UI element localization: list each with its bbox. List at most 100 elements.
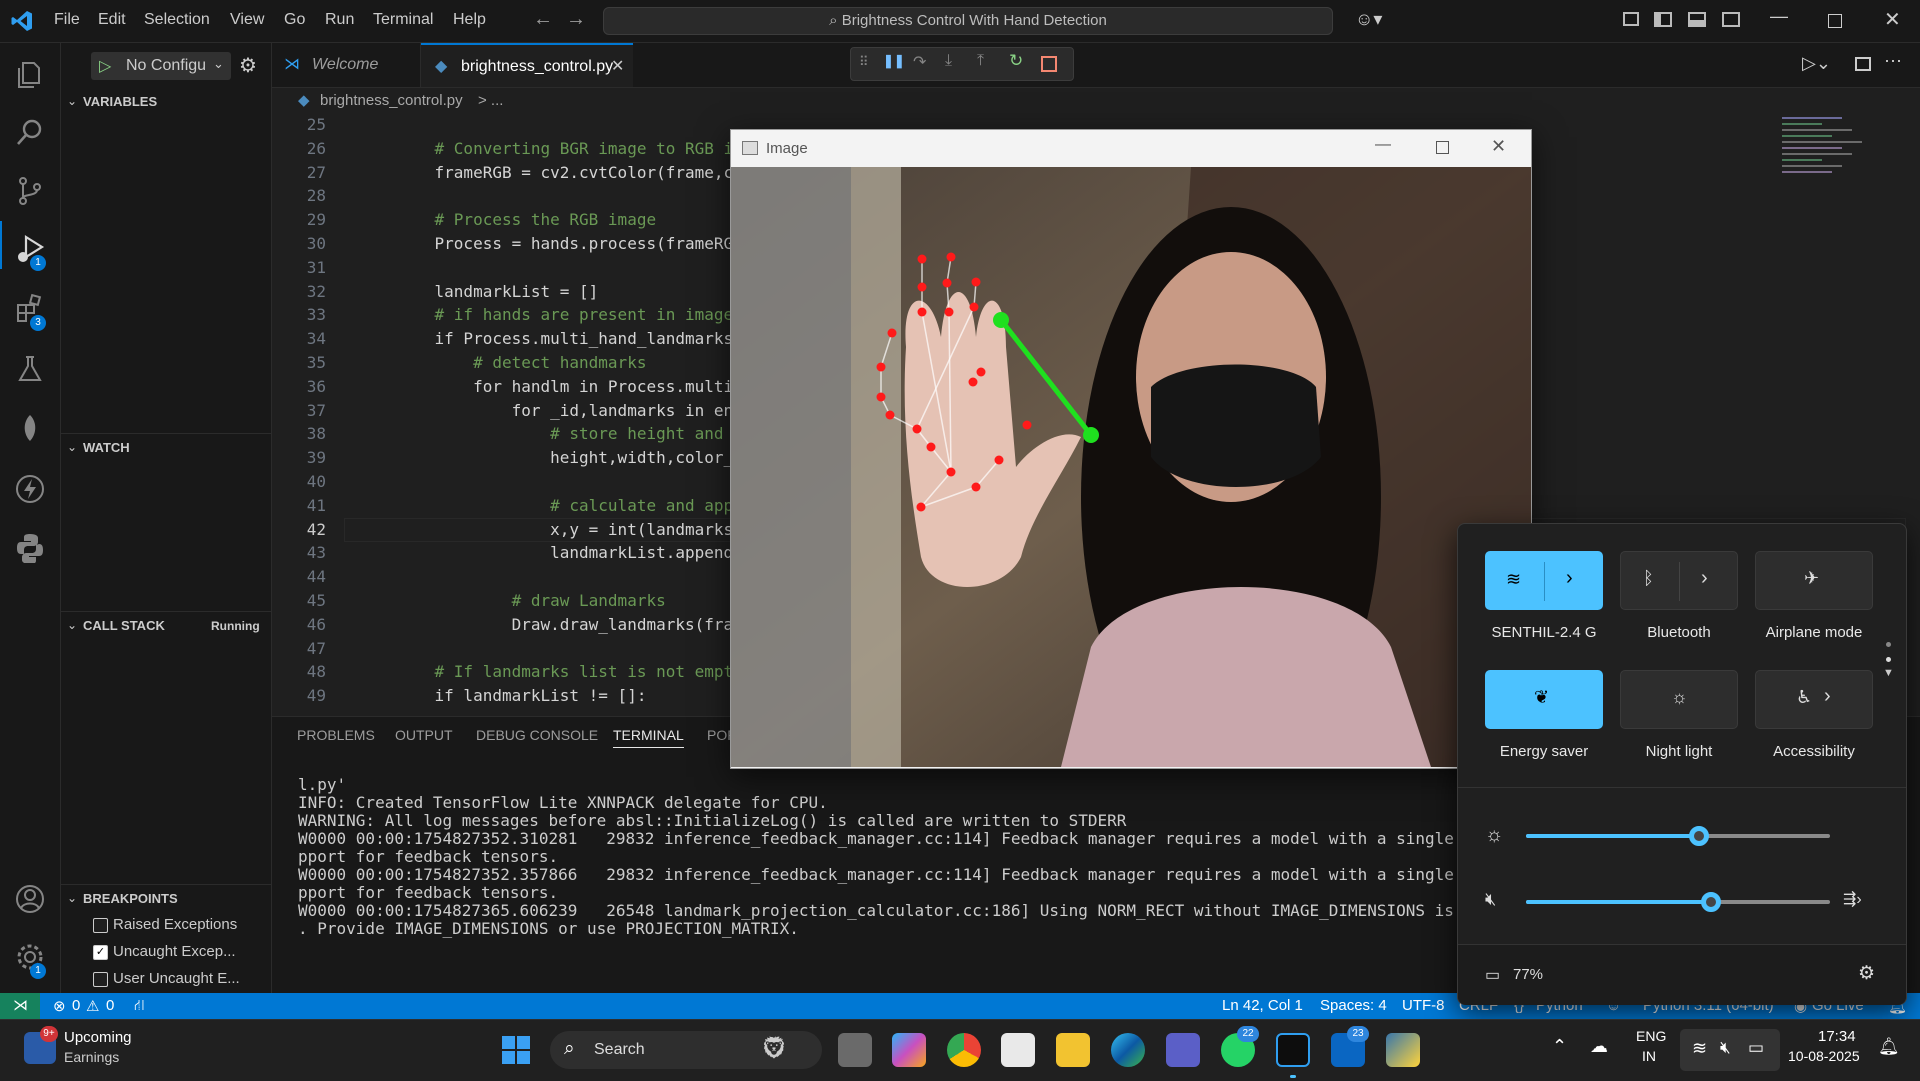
line-number[interactable]: 32 (272, 282, 326, 301)
volume-slider[interactable] (1526, 892, 1830, 912)
debug-launch-icon[interactable]: ⛙ (134, 997, 145, 1016)
tab-brightness-control[interactable]: ◆ brightness_control.py ✕ (421, 43, 633, 87)
tab-welcome[interactable]: ⋊ Welcome (272, 43, 421, 87)
line-number[interactable]: 46 (272, 615, 326, 634)
toggle-secondary-sidebar-icon[interactable] (1722, 12, 1740, 27)
restart-icon[interactable]: ↻ (1009, 51, 1023, 71)
widget-title[interactable]: Upcoming (64, 1029, 132, 1046)
line-number[interactable]: 29 (272, 210, 326, 229)
mongodb-leaf-icon[interactable] (14, 413, 46, 445)
menu-edit[interactable]: Edit (98, 11, 126, 29)
page-dot[interactable] (1886, 642, 1891, 647)
step-out-icon[interactable]: ⤒ (977, 52, 984, 70)
image-window[interactable]: Image — ✕ (730, 129, 1532, 769)
language-primary[interactable]: ENG (1636, 1028, 1666, 1044)
step-into-icon[interactable]: ⤓ (945, 52, 952, 70)
forward-arrow-icon[interactable]: → (566, 8, 586, 31)
chevron-down-icon[interactable]: ⌄ (67, 618, 77, 632)
drag-handle-icon[interactable]: ⠿ (859, 54, 869, 70)
code-line[interactable]: # if hands are present in image(fra (396, 305, 772, 324)
run-config-select[interactable]: ▷ No Configu ⌄ (91, 52, 231, 80)
line-number[interactable]: 33 (272, 305, 326, 324)
copilot-app-icon[interactable] (892, 1033, 926, 1067)
slider-thumb[interactable] (1701, 892, 1722, 912)
line-number[interactable]: 42 (272, 520, 326, 539)
chrome-icon[interactable] (947, 1033, 981, 1067)
chevron-right-icon[interactable]: › (1701, 567, 1708, 590)
night-light-toggle[interactable]: ☼ (1620, 670, 1738, 729)
onedrive-cloud-icon[interactable]: ☁ (1590, 1036, 1608, 1057)
accounts-icon[interactable] (14, 883, 46, 915)
pause-icon[interactable]: ❚❚ (883, 53, 905, 69)
watch-header[interactable]: WATCH (83, 440, 130, 455)
code-line[interactable]: # draw Landmarks (396, 591, 666, 610)
python-taskbar-icon[interactable] (1386, 1033, 1420, 1067)
testing-icon[interactable] (14, 353, 46, 385)
chevron-down-icon[interactable]: ▼ (1883, 667, 1894, 679)
line-number[interactable]: 34 (272, 329, 326, 348)
image-window-titlebar[interactable]: Image — ✕ (731, 130, 1531, 167)
battery-icon[interactable]: ▭ (1485, 965, 1500, 985)
start-windows-icon[interactable] (502, 1036, 530, 1064)
minimize-icon[interactable]: — (1375, 136, 1391, 154)
code-line[interactable]: # detect handmarks (396, 353, 646, 372)
menu-view[interactable]: View (230, 11, 264, 29)
minimap[interactable] (1782, 115, 1892, 275)
close-window-icon[interactable]: ✕ (1491, 136, 1506, 157)
code-line[interactable]: # Converting BGR image to RGB image (396, 139, 772, 158)
vscode-taskbar-icon[interactable] (1276, 1033, 1310, 1067)
code-line[interactable]: # store height and widt (396, 424, 772, 443)
line-number[interactable]: 31 (272, 258, 326, 277)
line-number[interactable]: 28 (272, 186, 326, 205)
toggle-sidebar-icon[interactable] (1654, 12, 1672, 27)
close-tab-icon[interactable]: ✕ (611, 45, 624, 89)
line-number[interactable]: 35 (272, 353, 326, 372)
remote-indicator[interactable]: ⋊ (0, 993, 40, 1019)
checkbox[interactable] (93, 972, 108, 987)
search-view-icon[interactable] (14, 117, 46, 149)
teams-icon[interactable] (1166, 1033, 1200, 1067)
line-number[interactable]: 44 (272, 567, 326, 586)
menu-run[interactable]: Run (325, 11, 354, 29)
line-number[interactable]: 49 (272, 686, 326, 705)
code-line[interactable]: if landmarkList != []: (396, 686, 647, 705)
settings-gear-icon[interactable]: ⚙ (1858, 962, 1875, 985)
code-line[interactable]: landmarkList = [] (396, 282, 599, 301)
checkbox-checked[interactable]: ✓ (93, 945, 108, 960)
indentation[interactable]: Spaces: 4 (1320, 997, 1387, 1014)
split-editor-icon[interactable] (1855, 57, 1871, 71)
menu-terminal[interactable]: Terminal (373, 11, 433, 29)
slider-thumb[interactable] (1689, 826, 1710, 846)
menu-go[interactable]: Go (284, 11, 305, 29)
line-number[interactable]: 45 (272, 591, 326, 610)
command-center[interactable]: ⌕ Brightness Control With Hand Detection (603, 7, 1333, 35)
brightness-slider[interactable] (1526, 826, 1830, 846)
code-line[interactable]: Process = hands.process(frameRGB) (396, 234, 753, 253)
airplane-mode-toggle[interactable]: ✈ (1755, 551, 1873, 610)
breadcrumb-rest[interactable]: > ... (478, 88, 503, 114)
menu-selection[interactable]: Selection (144, 11, 210, 29)
toggle-panel-icon[interactable] (1688, 12, 1706, 27)
debug-settings-gear-icon[interactable]: ⚙ (239, 53, 257, 78)
source-control-icon[interactable] (14, 175, 46, 207)
tab-output[interactable]: OUTPUT (395, 727, 453, 743)
code-line[interactable]: for handlm in Process.multi_han (396, 377, 772, 396)
code-line[interactable]: # Process the RGB image (396, 210, 657, 229)
code-line[interactable]: Draw.draw_landmarks(frame,h (396, 615, 772, 634)
edge-icon[interactable] (1111, 1033, 1145, 1067)
code-line[interactable]: if Process.multi_hand_landmarks: (396, 329, 743, 348)
stop-icon[interactable] (1041, 56, 1057, 72)
line-number[interactable]: 47 (272, 639, 326, 658)
close-window-icon[interactable]: ✕ (1884, 7, 1901, 32)
encoding[interactable]: UTF-8 (1402, 997, 1445, 1014)
chevron-down-icon[interactable]: ⌄ (67, 94, 77, 108)
warning-icon[interactable]: ⚠ (86, 997, 99, 1015)
error-icon[interactable]: ⊗ (53, 997, 66, 1015)
chevron-down-icon[interactable]: ⌄ (67, 440, 77, 454)
line-number[interactable]: 38 (272, 424, 326, 443)
chevron-right-icon[interactable]: › (1824, 685, 1831, 708)
copilot-icon[interactable]: ☺▾ (1355, 9, 1382, 30)
chevron-up-icon[interactable]: ⌃ (1552, 1036, 1567, 1057)
system-tray-group[interactable]: ≋ 🔇︎ ▭ (1680, 1029, 1780, 1071)
clock-time[interactable]: 17:34 (1818, 1028, 1856, 1045)
